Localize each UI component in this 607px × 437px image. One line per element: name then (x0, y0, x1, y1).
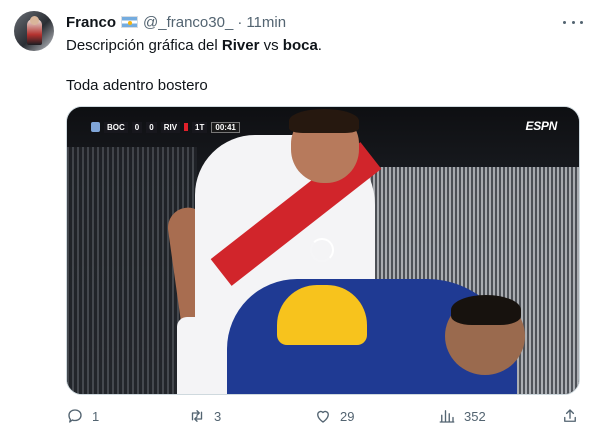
avatar-head (30, 16, 39, 25)
more-icon[interactable] (563, 14, 583, 30)
scorebug-period: 1T (192, 121, 208, 133)
views-button[interactable]: 352 (438, 404, 486, 428)
reply-button[interactable]: 1 (66, 404, 99, 428)
share-icon (564, 409, 576, 422)
separator-dot: · (237, 13, 243, 31)
retweet-button[interactable]: 3 (188, 404, 221, 428)
like-count: 29 (340, 408, 355, 424)
scorebug-away: RIV (160, 121, 181, 133)
river-player-hair (289, 109, 359, 133)
retweet-icon (191, 410, 203, 422)
tweet-text-boca: boca (282, 37, 318, 54)
tweet-timestamp[interactable]: 11min (246, 14, 286, 31)
loading-spinner-icon (310, 238, 334, 262)
scorebug-home: BOC (104, 121, 128, 133)
boca-player-hair (451, 295, 521, 325)
league-crest-icon (91, 122, 100, 132)
tweet-text-line-2: Toda adentro bostero (66, 77, 208, 94)
espn-logo: ESPN (525, 119, 558, 133)
share-button[interactable] (561, 404, 579, 428)
tweet-actions: 1 3 29 352 (66, 404, 580, 428)
tweet-header: Franco @_franco30_ · 11min (66, 12, 286, 32)
reply-icon (68, 409, 82, 423)
tweet-card[interactable]: Franco @_franco30_ · 11min Descripción g… (0, 0, 607, 437)
tweet-text-prefix: Descripción gráfica del (66, 37, 222, 54)
tweet-text-river: River (221, 37, 260, 54)
reply-count: 1 (92, 408, 100, 424)
scorebug: BOC 0 0 RIV 1T 00:41 (91, 121, 240, 133)
author-name[interactable]: Franco (66, 14, 116, 31)
tweet-text-line-1: Descripción gráfica del River vs boca. (66, 36, 322, 56)
views-count: 352 (464, 408, 486, 424)
tweet-text-vs: vs (259, 37, 283, 54)
retweet-count: 3 (214, 408, 222, 424)
like-icon (317, 410, 329, 423)
argentina-flag-icon (121, 16, 139, 28)
scorebug-home-score: 0 (131, 121, 143, 133)
scorebug-clock: 00:41 (211, 121, 240, 133)
avatar[interactable] (14, 11, 54, 51)
author-handle[interactable]: @_franco30_ (143, 14, 233, 31)
scorebug-away-score: 0 (146, 121, 157, 133)
red-card-icon (184, 123, 189, 131)
views-icon (439, 410, 455, 423)
tweet-text-period: . (317, 37, 322, 54)
video-player[interactable]: BOC 0 0 RIV 1T 00:41 ESPN (66, 106, 580, 395)
like-button[interactable]: 29 (314, 404, 354, 428)
